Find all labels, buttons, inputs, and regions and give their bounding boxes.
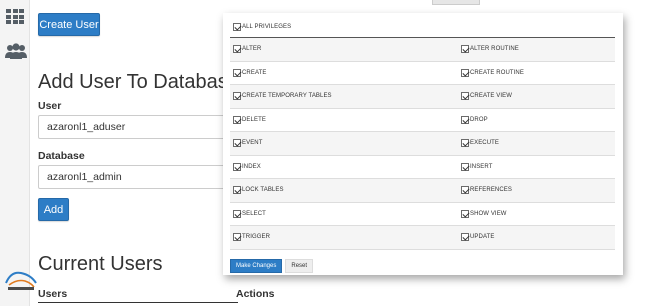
privilege-checkbox[interactable] xyxy=(461,115,469,124)
privilege-option[interactable]: EVENT xyxy=(230,132,461,155)
privilege-label: SELECT xyxy=(242,210,266,217)
privilege-label: DELETE xyxy=(242,116,266,123)
make-changes-button[interactable]: Make Changes xyxy=(230,259,283,273)
privilege-option[interactable]: CREATE VIEW xyxy=(461,85,615,108)
privilege-option[interactable]: INDEX xyxy=(230,156,461,179)
privilege-label: SHOW VIEW xyxy=(470,210,507,217)
privilege-row: TRIGGER UPDATE xyxy=(230,226,615,250)
privilege-option[interactable]: CREATE TEMPORARY TABLES xyxy=(230,85,461,108)
left-icon-rail xyxy=(0,0,30,306)
privilege-label: ALTER ROUTINE xyxy=(470,46,519,53)
privilege-label: CREATE TEMPORARY TABLES xyxy=(242,93,332,100)
overlay-top-strip xyxy=(207,0,650,13)
privilege-row: CREATE TEMPORARY TABLES CREATE VIEW xyxy=(230,85,615,109)
privilege-option[interactable]: SHOW VIEW xyxy=(461,203,615,226)
privilege-option[interactable]: CREATE xyxy=(230,62,461,85)
privilege-checkbox[interactable] xyxy=(233,115,241,124)
privilege-label: REFERENCES xyxy=(470,187,513,194)
privilege-row: ALTER ALTER ROUTINE xyxy=(230,38,615,62)
privileges-list: ALTER ALTER ROUTINE CREATE CREATE ROUTIN… xyxy=(230,38,615,250)
privilege-option[interactable]: SELECT xyxy=(230,203,461,226)
current-users-heading: Current Users xyxy=(38,253,163,275)
user-label: User xyxy=(38,100,62,112)
create-user-button[interactable]: Create User xyxy=(38,13,100,36)
privilege-checkbox[interactable] xyxy=(233,186,241,195)
privilege-option[interactable]: DROP xyxy=(461,109,615,132)
privilege-option[interactable]: DELETE xyxy=(230,109,461,132)
database-label: Database xyxy=(38,150,85,162)
privilege-option[interactable]: EXECUTE xyxy=(461,132,615,155)
privilege-row: CREATE CREATE ROUTINE xyxy=(230,62,615,85)
privilege-checkbox[interactable] xyxy=(233,209,241,218)
privilege-label: UPDATE xyxy=(470,234,495,241)
users-icon[interactable] xyxy=(4,42,28,60)
privilege-label: CREATE xyxy=(242,69,267,76)
privilege-row: DELETE DROP xyxy=(230,109,615,132)
privilege-checkbox[interactable] xyxy=(233,139,241,148)
watermark-logo xyxy=(5,271,37,290)
privilege-checkbox[interactable] xyxy=(233,45,241,54)
privilege-label: INSERT xyxy=(470,163,493,170)
privilege-option[interactable]: INSERT xyxy=(461,156,615,179)
privilege-checkbox[interactable] xyxy=(461,45,469,54)
privilege-row: LOCK TABLES REFERENCES xyxy=(230,179,615,203)
privilege-label: CREATE ROUTINE xyxy=(470,69,524,76)
privilege-label: TRIGGER xyxy=(242,234,271,241)
privilege-checkbox[interactable] xyxy=(461,68,469,77)
privilege-label: EXECUTE xyxy=(470,140,500,147)
user-field[interactable] xyxy=(38,115,238,139)
privilege-option[interactable]: TRIGGER xyxy=(230,226,461,249)
privilege-label: INDEX xyxy=(242,163,261,170)
privilege-checkbox[interactable] xyxy=(233,162,241,171)
database-field[interactable] xyxy=(38,165,238,189)
privilege-row: SELECT SHOW VIEW xyxy=(230,203,615,226)
privilege-option[interactable]: LOCK TABLES xyxy=(230,179,461,202)
privileges-actions: Make Changes Reset xyxy=(230,259,314,273)
all-privileges-label: ALL PRIVILEGES xyxy=(242,24,292,30)
strip-box xyxy=(432,0,480,5)
privilege-label: CREATE VIEW xyxy=(470,93,512,100)
privilege-label: EVENT xyxy=(242,140,263,147)
privilege-label: ALTER xyxy=(242,46,262,53)
privilege-checkbox[interactable] xyxy=(461,139,469,148)
privilege-checkbox[interactable] xyxy=(461,162,469,171)
all-privileges-option[interactable]: ALL PRIVILEGES xyxy=(233,21,291,33)
privilege-checkbox[interactable] xyxy=(461,92,469,101)
users-column-header: Users xyxy=(38,288,68,300)
privilege-row: EVENT EXECUTE xyxy=(230,132,615,156)
privilege-label: LOCK TABLES xyxy=(242,187,284,194)
actions-column-header: Actions xyxy=(236,288,275,300)
all-privileges-checkbox[interactable] xyxy=(233,23,241,31)
privileges-panel: ALL PRIVILEGES ALTER ALTER ROUTINE CREAT… xyxy=(223,13,623,275)
privilege-option[interactable]: REFERENCES xyxy=(461,179,615,202)
privilege-checkbox[interactable] xyxy=(461,186,469,195)
privilege-option[interactable]: CREATE ROUTINE xyxy=(461,62,615,85)
privilege-checkbox[interactable] xyxy=(461,233,469,242)
privilege-option[interactable]: ALTER xyxy=(230,38,461,61)
add-button[interactable]: Add xyxy=(38,198,69,221)
privilege-checkbox[interactable] xyxy=(233,233,241,242)
privilege-checkbox[interactable] xyxy=(233,68,241,77)
add-user-heading: Add User To Database xyxy=(38,71,239,93)
reset-button[interactable]: Reset xyxy=(285,259,314,273)
privilege-checkbox[interactable] xyxy=(461,209,469,218)
table-header-divider xyxy=(38,302,238,303)
privilege-checkbox[interactable] xyxy=(233,92,241,101)
privilege-row: INDEX INSERT xyxy=(230,156,615,179)
grid-icon[interactable] xyxy=(6,9,24,25)
privilege-option[interactable]: ALTER ROUTINE xyxy=(461,38,615,61)
privilege-label: DROP xyxy=(470,116,488,123)
privilege-option[interactable]: UPDATE xyxy=(461,226,615,249)
